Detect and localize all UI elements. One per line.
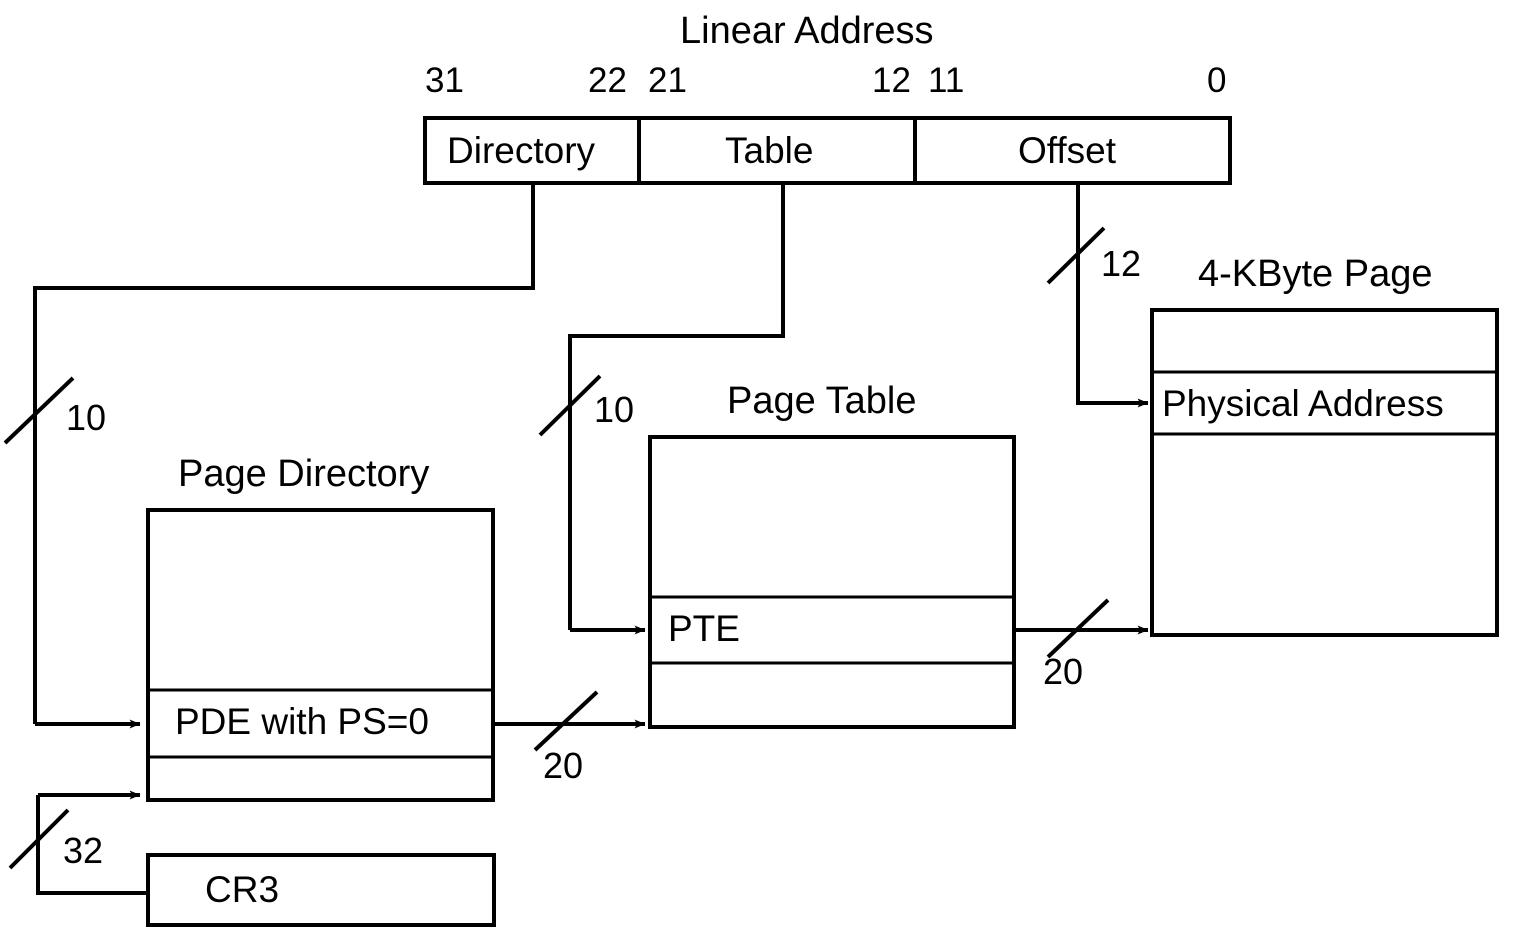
page-directory-box [146,508,495,802]
bus-width-label-pte-to-page: 20 [1043,651,1084,692]
pte-to-page-path [1014,598,1149,659]
bit-label-22: 22 [588,61,627,100]
page-table-heading: Page Table [727,380,917,422]
bus-width-label-directory-index: 10 [66,397,107,438]
linear-address-field-offset: Offset [1018,130,1117,171]
bus-width-label-table-index: 10 [594,389,635,430]
pde-to-page-table-path [493,690,646,752]
bus-width-slash-directory [3,376,75,445]
bus-width-label-offset: 12 [1101,243,1142,284]
bus-width-label-cr3: 32 [63,830,104,871]
bit-label-12: 12 [872,61,911,100]
offset-path [1046,183,1149,408]
bit-label-31: 31 [425,61,464,100]
four-kbyte-page-entry-label: Physical Address [1162,383,1444,424]
page-directory-entry-label: PDE with PS=0 [175,701,429,742]
four-kbyte-page-heading: 4-KByte Page [1198,253,1433,295]
bit-label-21: 21 [648,61,687,100]
cr3-box [146,853,496,927]
bus-width-label-pde-to-page-table: 20 [543,745,584,786]
diagram-canvas: Linear Address 31 22 21 12 11 0 Director… [0,0,1518,945]
linear-address-field-table: Table [725,130,814,171]
page-table-entry-label: PTE [668,608,740,649]
page-directory-heading: Page Directory [178,453,430,495]
linear-address-field-directory: Directory [447,130,596,171]
cr3-register-label: CR3 [205,869,280,910]
linear-address-heading: Linear Address [680,10,934,52]
four-kbyte-page-box [1150,308,1499,637]
bus-width-slash-pde [533,690,599,752]
bit-label-0: 0 [1207,61,1227,100]
bit-label-11: 11 [928,61,965,100]
page-table-box [648,435,1016,729]
